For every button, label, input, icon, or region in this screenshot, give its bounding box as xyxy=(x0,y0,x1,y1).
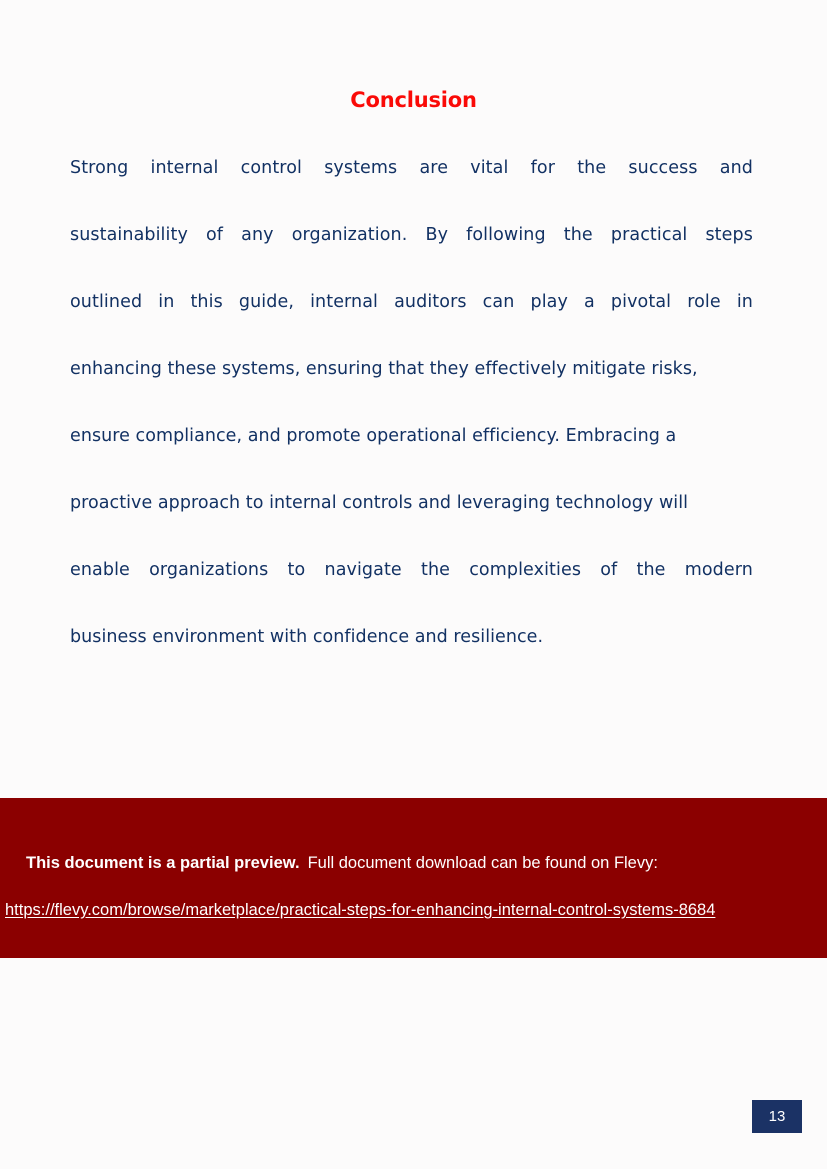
body-word: navigate xyxy=(324,560,402,580)
body-word: to xyxy=(287,560,306,580)
body-word: steps xyxy=(705,225,753,245)
body-word: auditors xyxy=(394,292,467,312)
page-number-badge: 13 xyxy=(752,1100,802,1133)
body-word: modern xyxy=(684,560,753,580)
body-word: play xyxy=(530,292,568,312)
body-word: sustainability xyxy=(70,225,188,245)
body-word: in xyxy=(158,292,175,312)
body-line: proactive approach to internal controls … xyxy=(70,493,689,513)
preview-notice-bold: This document is a partial preview. xyxy=(26,854,300,872)
body-word: a xyxy=(584,292,595,312)
body-word: for xyxy=(530,158,555,178)
body-word: are xyxy=(419,158,449,178)
body-word: the xyxy=(563,225,593,245)
body-word: success xyxy=(628,158,698,178)
body-word: pivotal xyxy=(610,292,672,312)
body-word: guide, xyxy=(238,292,294,312)
body-word: and xyxy=(719,158,753,178)
body-word: enable xyxy=(70,560,130,580)
body-word: role xyxy=(687,292,721,312)
page-title: Conclusion xyxy=(350,88,477,112)
preview-notice-banner: This document is a partial preview. Full … xyxy=(0,798,827,958)
body-word: internal xyxy=(150,158,219,178)
flevy-document-link[interactable]: https://flevy.com/browse/marketplace/pra… xyxy=(5,896,827,924)
body-line: sustainability of any organization. By follow… xyxy=(70,222,753,289)
body-word: of xyxy=(205,225,224,245)
body-word: the xyxy=(636,560,666,580)
body-word: can xyxy=(482,292,515,312)
body-paragraph: Strong internal control systems are vital for t… xyxy=(70,155,753,691)
body-word: complexities xyxy=(469,560,582,580)
body-line: enhancing these systems, ensuring that t… xyxy=(70,359,698,379)
body-word: organizations xyxy=(149,560,269,580)
body-line: outlined in this guide, internal auditors can p… xyxy=(70,289,753,356)
body-word: outlined xyxy=(70,292,143,312)
body-word: internal xyxy=(310,292,379,312)
body-word: the xyxy=(420,560,451,580)
body-word: following xyxy=(466,225,546,245)
body-word: Strong xyxy=(70,158,129,178)
body-word: By xyxy=(425,225,449,245)
body-word: systems xyxy=(324,158,398,178)
body-word: of xyxy=(600,560,618,580)
body-word: organization. xyxy=(291,225,408,245)
document-page: Conclusion Strong internal control systems a… xyxy=(0,0,827,1169)
body-word: this xyxy=(190,292,223,312)
body-line: enable organizations to navigate the complexi… xyxy=(70,557,753,624)
body-word: the xyxy=(577,158,607,178)
body-word: any xyxy=(241,225,274,245)
body-line: Strong internal control systems are vital for t… xyxy=(70,155,753,222)
preview-notice-text: This document is a partial preview. Full … xyxy=(26,853,807,873)
body-line: business environment with confidence and… xyxy=(70,627,544,647)
body-word: control xyxy=(240,158,302,178)
body-word: vital xyxy=(470,158,509,178)
body-word: practical xyxy=(610,225,688,245)
body-line: ensure compliance, and promote operation… xyxy=(70,426,677,446)
preview-notice-rest: Full document download can be found on F… xyxy=(307,854,658,872)
body-word: in xyxy=(736,292,753,312)
